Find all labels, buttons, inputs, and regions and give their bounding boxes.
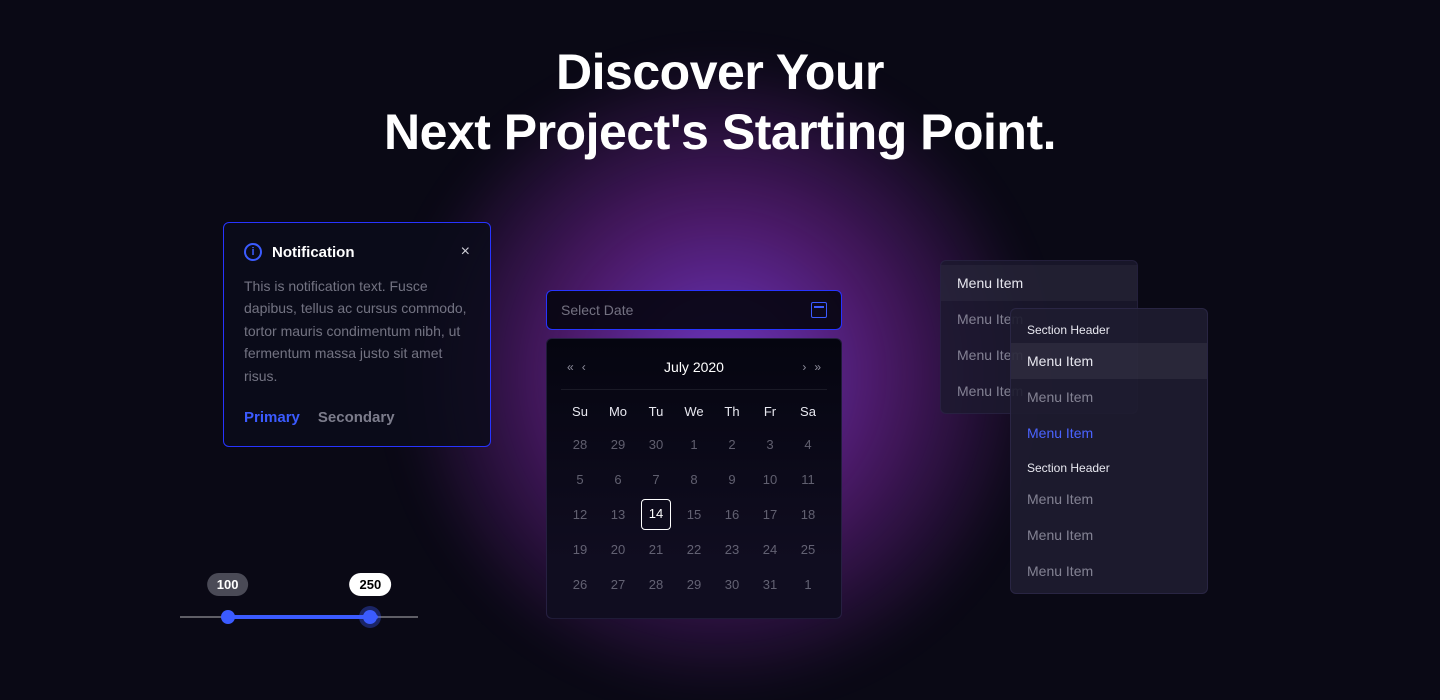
menu-section-header: Section Header (1011, 451, 1207, 481)
calendar-month-label: July 2020 (664, 359, 724, 375)
slider-fill (228, 615, 378, 619)
slider-thumb-low[interactable] (221, 610, 235, 624)
calendar-day[interactable]: 17 (751, 499, 789, 530)
day-of-week-label: Su (561, 398, 599, 425)
calendar-day[interactable]: 7 (637, 464, 675, 495)
menu-item[interactable]: Menu Item (1011, 553, 1207, 589)
calendar-day[interactable]: 30 (713, 569, 751, 600)
menu-item[interactable]: Menu Item (1011, 517, 1207, 553)
calendar-day[interactable]: 29 (675, 569, 713, 600)
day-of-week-label: Sa (789, 398, 827, 425)
calendar-day[interactable]: 19 (561, 534, 599, 565)
calendar-popup: « ‹ July 2020 › » SuMoTuWeThFrSa28293012… (546, 338, 842, 619)
notification-body: This is notification text. Fusce dapibus… (244, 275, 470, 387)
calendar-day[interactable]: 14 (641, 499, 671, 530)
calendar-day[interactable]: 24 (751, 534, 789, 565)
calendar-day[interactable]: 31 (751, 569, 789, 600)
calendar-nav-next: › » (802, 360, 821, 374)
calendar-day[interactable]: 1 (675, 429, 713, 460)
calendar-day[interactable]: 4 (789, 429, 827, 460)
primary-button[interactable]: Primary (244, 409, 300, 426)
calendar-day[interactable]: 5 (561, 464, 599, 495)
calendar-day[interactable]: 29 (599, 429, 637, 460)
calendar-day[interactable]: 16 (713, 499, 751, 530)
prev-year-icon[interactable]: « (567, 360, 574, 374)
range-slider[interactable]: 100 250 (180, 570, 418, 620)
day-of-week-label: Th (713, 398, 751, 425)
calendar-day[interactable]: 22 (675, 534, 713, 565)
day-of-week-label: Mo (599, 398, 637, 425)
notification-title: Notification (272, 244, 355, 261)
date-placeholder: Select Date (561, 302, 633, 318)
calendar-nav-prev: « ‹ (567, 360, 586, 374)
slider-thumb-high[interactable] (363, 610, 377, 624)
dropdown-menu-front: Section HeaderMenu ItemMenu ItemMenu Ite… (1010, 308, 1208, 594)
notification-header: i Notification × (244, 243, 470, 261)
menu-item[interactable]: Menu Item (1011, 415, 1207, 451)
info-icon: i (244, 243, 262, 261)
calendar-separator (561, 389, 827, 390)
calendar-icon (811, 302, 827, 318)
calendar-day[interactable]: 30 (637, 429, 675, 460)
calendar-day[interactable]: 23 (713, 534, 751, 565)
calendar-day[interactable]: 25 (789, 534, 827, 565)
calendar-day[interactable]: 21 (637, 534, 675, 565)
day-of-week-label: Tu (637, 398, 675, 425)
calendar-header: « ‹ July 2020 › » (561, 355, 827, 389)
heading-line1: Discover Your (0, 42, 1440, 102)
menu-section-header: Section Header (1011, 313, 1207, 343)
notification-card: i Notification × This is notification te… (223, 222, 491, 447)
calendar-day[interactable]: 10 (751, 464, 789, 495)
calendar-day[interactable]: 9 (713, 464, 751, 495)
calendar-day[interactable]: 18 (789, 499, 827, 530)
calendar-day[interactable]: 26 (561, 569, 599, 600)
calendar-day[interactable]: 2 (713, 429, 751, 460)
menu-item[interactable]: Menu Item (1011, 379, 1207, 415)
next-year-icon[interactable]: » (814, 360, 821, 374)
calendar-day[interactable]: 1 (789, 569, 827, 600)
notification-actions: Primary Secondary (244, 409, 470, 426)
calendar-day[interactable]: 27 (599, 569, 637, 600)
day-of-week-label: Fr (751, 398, 789, 425)
next-month-icon[interactable]: › (802, 360, 806, 374)
slider-high-label: 250 (350, 573, 392, 596)
menu-item[interactable]: Menu Item (941, 265, 1137, 301)
secondary-button[interactable]: Secondary (318, 409, 395, 426)
calendar-day[interactable]: 12 (561, 499, 599, 530)
menu-item[interactable]: Menu Item (1011, 481, 1207, 517)
calendar-day[interactable]: 28 (561, 429, 599, 460)
slider-low-label: 100 (207, 573, 249, 596)
day-of-week-label: We (675, 398, 713, 425)
hero-heading: Discover Your Next Project's Starting Po… (0, 42, 1440, 162)
menu-item[interactable]: Menu Item (1011, 343, 1207, 379)
close-icon[interactable]: × (461, 244, 470, 260)
calendar-day[interactable]: 20 (599, 534, 637, 565)
calendar-day[interactable]: 28 (637, 569, 675, 600)
date-input[interactable]: Select Date (546, 290, 842, 330)
calendar-day[interactable]: 8 (675, 464, 713, 495)
calendar-day[interactable]: 3 (751, 429, 789, 460)
calendar-day[interactable]: 6 (599, 464, 637, 495)
heading-line2: Next Project's Starting Point. (0, 102, 1440, 162)
calendar-grid: SuMoTuWeThFrSa28293012345678910111213141… (561, 398, 827, 600)
prev-month-icon[interactable]: ‹ (582, 360, 586, 374)
calendar-day[interactable]: 13 (599, 499, 637, 530)
calendar-day[interactable]: 15 (675, 499, 713, 530)
calendar-day[interactable]: 11 (789, 464, 827, 495)
